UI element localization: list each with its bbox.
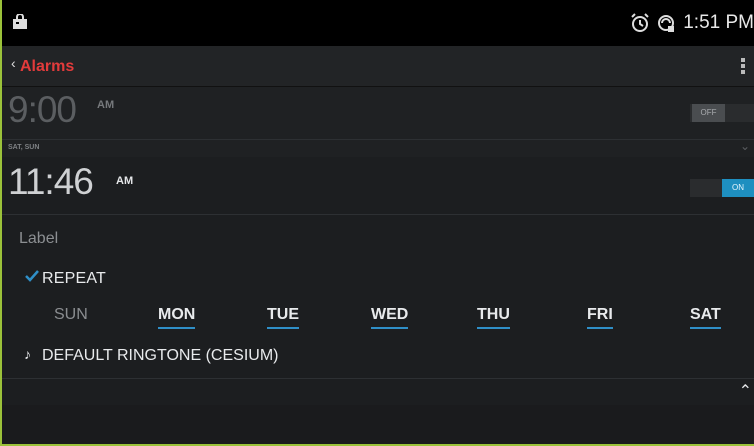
- app-screen: 1:51 PM ‹ Alarms 9:00 AM SAT, SUN ⌄ OFF …: [2, 0, 754, 444]
- alarm-time[interactable]: 11:46: [8, 161, 94, 203]
- repeat-days: SUN MON TUE WED THU FRI SAT: [2, 298, 754, 334]
- empty-area: [2, 405, 754, 444]
- label-placeholder: Label: [19, 230, 59, 247]
- repeat-label: REPEAT: [42, 270, 107, 287]
- music-note-icon: ♪: [24, 346, 31, 362]
- chevron-down-icon[interactable]: ⌄: [740, 139, 750, 153]
- status-icons: 1:51 PM: [625, 10, 754, 36]
- day-thu[interactable]: THU: [477, 306, 510, 329]
- overflow-menu-icon[interactable]: [740, 56, 746, 78]
- alarm-2-toggle[interactable]: ON: [690, 179, 754, 197]
- divider: [2, 378, 754, 379]
- toggle-label: OFF: [692, 104, 725, 122]
- status-time: 1:51 PM: [683, 12, 754, 33]
- day-wed[interactable]: WED: [371, 306, 409, 329]
- day-tue[interactable]: TUE: [267, 306, 299, 329]
- toggle-label: ON: [722, 179, 754, 197]
- day-sat[interactable]: SAT: [690, 306, 721, 329]
- ringtone-selector[interactable]: ♪ DEFAULT RINGTONE (CESIUM): [2, 336, 754, 376]
- alarm-days: SAT, SUN: [8, 144, 40, 151]
- divider: [2, 139, 754, 140]
- page-title[interactable]: Alarms: [20, 58, 74, 76]
- alarm-item-1[interactable]: 9:00 AM SAT, SUN ⌄: [2, 87, 754, 157]
- alarm-1-toggle[interactable]: OFF: [690, 104, 754, 122]
- alarm-item-2[interactable]: 11:46 AM: [2, 158, 754, 214]
- shopping-bag-icon: [13, 14, 27, 29]
- alarm-clock-icon: [631, 13, 649, 32]
- label-field[interactable]: Label: [2, 215, 754, 260]
- day-mon[interactable]: MON: [158, 306, 196, 329]
- repeat-checkbox[interactable]: REPEAT: [2, 261, 754, 297]
- day-fri[interactable]: FRI: [587, 306, 613, 329]
- chevron-up-icon[interactable]: ⌃: [739, 381, 752, 401]
- action-bar: ‹ Alarms: [2, 46, 754, 87]
- chevron-left-icon[interactable]: ‹: [11, 55, 16, 71]
- ringtone-label: DEFAULT RINGTONE (CESIUM): [42, 347, 279, 364]
- status-bar: 1:51 PM: [2, 0, 754, 46]
- day-sun[interactable]: SUN: [54, 306, 88, 324]
- alarm-time[interactable]: 9:00: [8, 89, 77, 131]
- alarm-ampm: AM: [116, 175, 134, 187]
- sync-icon: [658, 15, 675, 32]
- alarm-ampm: AM: [97, 99, 115, 111]
- checkmark-icon: [25, 270, 39, 282]
